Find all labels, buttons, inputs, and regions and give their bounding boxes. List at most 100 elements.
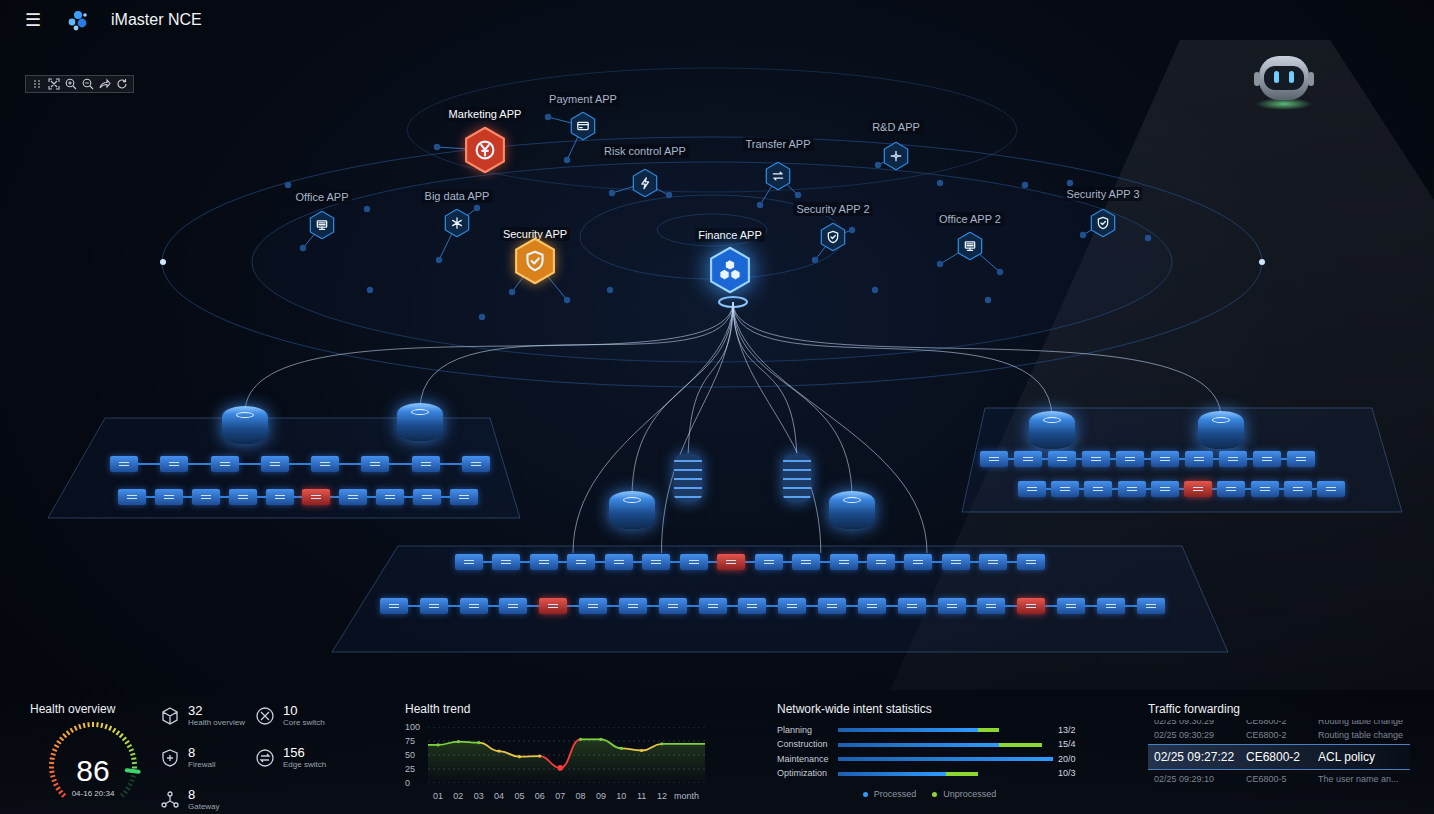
- app-node[interactable]: [570, 112, 596, 141]
- edge-switch[interactable]: [980, 451, 1008, 467]
- app-node[interactable]: [957, 232, 983, 261]
- edge-switch[interactable]: [792, 554, 820, 570]
- edge-switch[interactable]: [380, 598, 408, 614]
- edge-switch[interactable]: [339, 489, 367, 505]
- edge-switch[interactable]: [1116, 451, 1144, 467]
- app-node[interactable]: [444, 209, 470, 238]
- edge-switch[interactable]: [699, 598, 727, 614]
- traffic-row[interactable]: 02/25 09:29:10CE6800-5The user name an..…: [1148, 772, 1410, 786]
- traffic-row[interactable]: 02/25 09:30:29CE6800-2Routing table chan…: [1148, 728, 1410, 742]
- app-node[interactable]: [632, 169, 658, 198]
- edge-switch[interactable]: [1097, 598, 1125, 614]
- edge-switch[interactable]: [1137, 598, 1165, 614]
- edge-switch[interactable]: [717, 554, 745, 570]
- edge-switch[interactable]: [680, 554, 708, 570]
- edge-switch[interactable]: [642, 554, 670, 570]
- edge-switch[interactable]: [778, 598, 806, 614]
- edge-switch[interactable]: [192, 489, 220, 505]
- edge-switch[interactable]: [420, 598, 448, 614]
- edge-switch[interactable]: [830, 554, 858, 570]
- edge-switch[interactable]: [302, 489, 330, 505]
- core-switch[interactable]: [1198, 411, 1244, 449]
- edge-switch[interactable]: [1051, 481, 1079, 497]
- edge-switch[interactable]: [858, 598, 886, 614]
- zoom-out-icon[interactable]: [82, 78, 94, 90]
- trend-point[interactable]: [599, 738, 602, 741]
- edge-switch[interactable]: [361, 456, 389, 472]
- share-icon[interactable]: [99, 78, 111, 90]
- edge-switch[interactable]: [898, 598, 926, 614]
- app-node[interactable]: [765, 162, 791, 191]
- edge-switch[interactable]: [1184, 481, 1212, 497]
- app-node[interactable]: [464, 127, 506, 174]
- edge-switch[interactable]: [530, 554, 558, 570]
- edge-switch[interactable]: [619, 598, 647, 614]
- edge-switch[interactable]: [450, 489, 478, 505]
- edge-switch[interactable]: [938, 598, 966, 614]
- app-node[interactable]: [820, 223, 846, 252]
- edge-switch[interactable]: [579, 598, 607, 614]
- edge-switch[interactable]: [539, 598, 567, 614]
- edge-switch[interactable]: [1118, 481, 1146, 497]
- core-switch[interactable]: [783, 453, 811, 503]
- core-switch[interactable]: [829, 491, 875, 529]
- edge-switch[interactable]: [462, 456, 490, 472]
- trend-point[interactable]: [477, 741, 480, 744]
- edge-switch[interactable]: [942, 554, 970, 570]
- core-switch[interactable]: [1029, 411, 1075, 449]
- edge-switch[interactable]: [738, 598, 766, 614]
- edge-switch[interactable]: [1151, 451, 1179, 467]
- edge-switch[interactable]: [818, 598, 846, 614]
- edge-switch[interactable]: [311, 456, 339, 472]
- edge-switch[interactable]: [1217, 481, 1245, 497]
- edge-switch[interactable]: [977, 598, 1005, 614]
- edge-switch[interactable]: [1287, 451, 1315, 467]
- edge-switch[interactable]: [110, 456, 138, 472]
- traffic-row[interactable]: 02/25 09:27:22CE6800-2ACL policy: [1148, 744, 1410, 770]
- edge-switch[interactable]: [605, 554, 633, 570]
- trend-point[interactable]: [660, 742, 663, 745]
- assistant-robot[interactable]: [1250, 48, 1318, 112]
- edge-switch[interactable]: [412, 456, 440, 472]
- edge-switch[interactable]: [455, 554, 483, 570]
- edge-switch[interactable]: [1219, 451, 1247, 467]
- edge-switch[interactable]: [867, 554, 895, 570]
- zoom-in-icon[interactable]: [65, 78, 77, 90]
- edge-switch[interactable]: [1017, 598, 1045, 614]
- edge-switch[interactable]: [1048, 451, 1076, 467]
- edge-switch[interactable]: [155, 489, 183, 505]
- core-switch[interactable]: [222, 406, 268, 444]
- app-node[interactable]: [309, 211, 335, 240]
- edge-switch[interactable]: [904, 554, 932, 570]
- edge-switch[interactable]: [118, 489, 146, 505]
- edge-switch[interactable]: [261, 456, 289, 472]
- edge-switch[interactable]: [1284, 481, 1312, 497]
- app-node[interactable]: [514, 238, 556, 285]
- edge-switch[interactable]: [211, 456, 239, 472]
- trend-point[interactable]: [620, 747, 623, 750]
- drag-grip-icon[interactable]: [31, 78, 43, 90]
- trend-point[interactable]: [457, 740, 460, 743]
- traffic-row[interactable]: 02/25 09:30:29CE6800-2Routing table chan…: [1148, 720, 1410, 728]
- edge-switch[interactable]: [567, 554, 595, 570]
- trend-point[interactable]: [640, 749, 643, 752]
- app-node[interactable]: [1090, 209, 1116, 238]
- edge-switch[interactable]: [229, 489, 257, 505]
- edge-switch[interactable]: [413, 489, 441, 505]
- app-node[interactable]: [709, 247, 751, 294]
- edge-switch[interactable]: [460, 598, 488, 614]
- edge-switch[interactable]: [1317, 481, 1345, 497]
- edge-switch[interactable]: [492, 554, 520, 570]
- fullscreen-icon[interactable]: [48, 78, 60, 90]
- edge-switch[interactable]: [1251, 481, 1279, 497]
- edge-switch[interactable]: [1017, 554, 1045, 570]
- app-node[interactable]: [883, 142, 909, 171]
- edge-switch[interactable]: [266, 489, 294, 505]
- edge-switch[interactable]: [376, 489, 404, 505]
- edge-switch[interactable]: [755, 554, 783, 570]
- edge-switch[interactable]: [1014, 451, 1042, 467]
- edge-switch[interactable]: [1084, 481, 1112, 497]
- edge-switch[interactable]: [1185, 451, 1213, 467]
- core-switch[interactable]: [397, 403, 443, 441]
- menu-button[interactable]: ☰: [25, 11, 41, 29]
